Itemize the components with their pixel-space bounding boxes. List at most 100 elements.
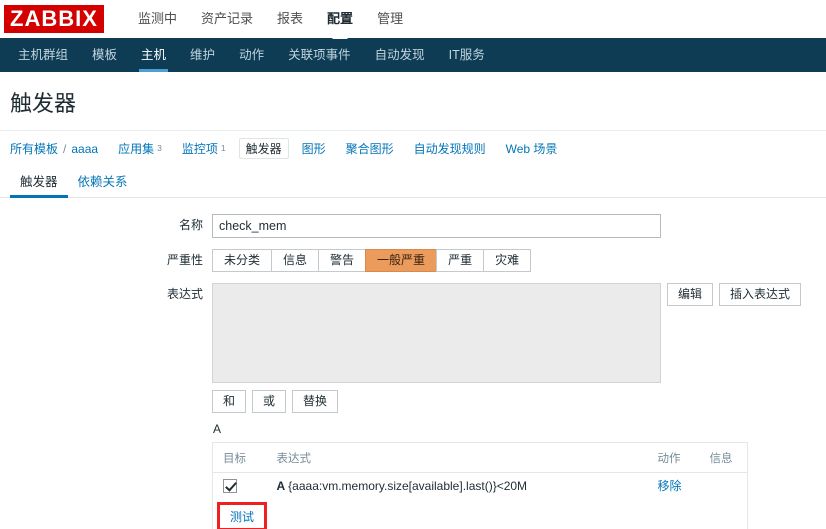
column-header-target: 目标 [212,442,267,473]
subnav-item-actions[interactable]: 动作 [227,38,276,72]
main-menu-label: 管理 [377,11,404,26]
severity-option-warning[interactable]: 警告 [318,249,366,272]
column-header-action: 动作 [647,442,700,473]
zabbix-logo[interactable]: ZABBIX [4,5,104,33]
main-menu-item-inventory[interactable]: 资产记录 [189,0,265,38]
test-button[interactable]: 测试 [222,506,262,527]
subnav-item-maintenance[interactable]: 维护 [178,38,227,72]
breadcrumb-item-label: 监控项 [181,142,218,156]
subnav-label: IT服务 [448,48,485,62]
or-button[interactable]: 或 [252,390,287,413]
main-menu-label: 资产记录 [201,11,254,26]
tab-dependencies[interactable]: 依赖关系 [68,171,138,197]
breadcrumb-item-screens[interactable]: 聚合图形 [339,138,401,159]
severity-label: 严重性 [166,253,203,267]
page-content: 触发器 所有模板 / aaaa 应用集 3 监控项 1 触发器 图形 聚合图形 … [0,72,826,529]
breadcrumb-item-label: 聚合图形 [345,142,394,156]
subnav-item-host-groups[interactable]: 主机群组 [6,38,80,72]
expression-label: 表达式 [166,287,203,301]
subnav-item-hosts[interactable]: 主机 [129,38,178,72]
tab-label: 依赖关系 [77,175,128,189]
subnav-label: 主机 [141,48,167,62]
breadcrumb-item-label: Web 场景 [505,142,558,156]
page-title: 触发器 [10,91,77,116]
tab-trigger[interactable]: 触发器 [10,171,68,198]
form-row-expression: 表达式 编辑 插入表达式 和 或 替换 A 目标 表达式 动作 信息 A {aa… [0,283,826,529]
breadcrumb-item-applications[interactable]: 应用集 3 [111,138,169,159]
subnav-label: 关联项事件 [288,48,351,62]
subnav-item-discovery[interactable]: 自动发现 [363,38,437,72]
test-button-cell: 测试 [213,498,748,529]
subnav-item-correlation[interactable]: 关联项事件 [276,38,363,72]
main-menu-item-configuration[interactable]: 配置 [315,0,365,39]
column-header-info: 信息 [699,442,748,473]
row-action-cell: 移除 [648,473,700,499]
severity-selector: 未分类 信息 警告 一般严重 严重 灾难 [212,249,532,272]
breadcrumb-item-count: 3 [157,143,162,153]
expression-operator-buttons: 和 或 替换 [212,390,339,413]
breadcrumb-item-label: 应用集 [118,142,155,156]
edit-button[interactable]: 编辑 [667,283,714,306]
table-row: A {aaaa:vm.memory.size[available].last()}… [213,473,748,499]
breadcrumb-item-web-scenarios[interactable]: Web 场景 [499,138,565,159]
top-header-bar: ZABBIX 监测中 资产记录 报表 配置 管理 [0,0,826,39]
subnav-item-it-services[interactable]: IT服务 [437,38,497,72]
main-menu-label: 报表 [277,11,304,26]
expression-side-buttons: 编辑 插入表达式 [667,283,802,306]
table-footer-row: 测试 [213,498,748,529]
breadcrumb-item-count: 1 [220,143,226,153]
breadcrumb-item-items[interactable]: 监控项 1 [175,138,233,159]
remove-link[interactable]: 移除 [658,479,682,493]
row-target-cell [213,473,267,499]
breadcrumb-item-triggers[interactable]: 触发器 [238,138,289,159]
breadcrumb-item-label: 图形 [301,142,326,156]
subnav-label: 维护 [190,48,216,62]
expression-group-label: A [213,422,222,436]
subnav-label: 主机群组 [18,48,69,62]
subnav-label: 动作 [239,48,265,62]
name-label: 名称 [178,218,203,232]
severity-option-average[interactable]: 一般严重 [365,249,437,272]
main-menu-label: 监测中 [138,11,178,26]
and-button[interactable]: 和 [212,390,247,413]
trigger-form: 名称 严重性 未分类 信息 警告 一般严重 严重 灾难 表达式 [0,198,826,529]
severity-option-information[interactable]: 信息 [271,249,319,272]
form-row-name: 名称 [0,214,826,238]
main-menu-item-monitoring[interactable]: 监测中 [126,0,189,38]
severity-option-high[interactable]: 严重 [436,249,484,272]
breadcrumb-item-label: 触发器 [245,142,282,156]
form-row-severity: 严重性 未分类 信息 警告 一般严重 严重 灾难 [0,249,826,272]
main-menu-item-administration[interactable]: 管理 [365,0,415,38]
tab-label: 触发器 [20,175,58,189]
insert-expression-button[interactable]: 插入表达式 [719,283,802,306]
sub-navigation-bar: 主机群组 模板 主机 维护 动作 关联项事件 自动发现 IT服务 [0,38,826,72]
row-info-cell [700,473,748,499]
expression-prefix: A [276,478,286,493]
breadcrumb-separator: / [63,141,67,156]
severity-option-not-classified[interactable]: 未分类 [212,249,272,272]
breadcrumb: 所有模板 / aaaa 应用集 3 监控项 1 触发器 图形 聚合图形 自动发现… [0,130,826,166]
breadcrumb-item-discovery-rules[interactable]: 自动发现规则 [407,138,493,159]
breadcrumb-all-templates[interactable]: 所有模板 [10,140,58,157]
expression-body: {aaaa:vm.memory.size[available].last()}<… [288,478,528,493]
breadcrumb-item-label: 自动发现规则 [413,142,486,156]
breadcrumb-host-aaaa[interactable]: aaaa [71,142,98,156]
expression-table: 目标 表达式 动作 信息 A {aaaa:vm.memory.size[avai… [212,442,748,529]
breadcrumb-item-graphs[interactable]: 图形 [295,138,333,159]
expression-value: A {aaaa:vm.memory.size[available].last()}… [277,479,528,493]
replace-button[interactable]: 替换 [292,390,339,413]
expression-textarea[interactable] [212,283,661,383]
column-header-expression: 表达式 [266,442,648,473]
subnav-item-templates[interactable]: 模板 [80,38,129,72]
name-input[interactable] [212,214,661,238]
tab-bar: 触发器 依赖关系 [0,168,826,198]
main-menu-item-reports[interactable]: 报表 [265,0,315,38]
target-checkbox[interactable] [223,478,237,493]
row-expression-cell: A {aaaa:vm.memory.size[available].last()}… [267,473,648,499]
severity-option-disaster[interactable]: 灾难 [483,249,532,272]
subnav-label: 模板 [92,48,118,62]
table-header-row: 目标 表达式 动作 信息 [212,442,748,473]
main-menu: 监测中 资产记录 报表 配置 管理 [126,0,415,39]
active-menu-caret-icon [332,31,349,39]
subnav-label: 自动发现 [374,48,425,62]
